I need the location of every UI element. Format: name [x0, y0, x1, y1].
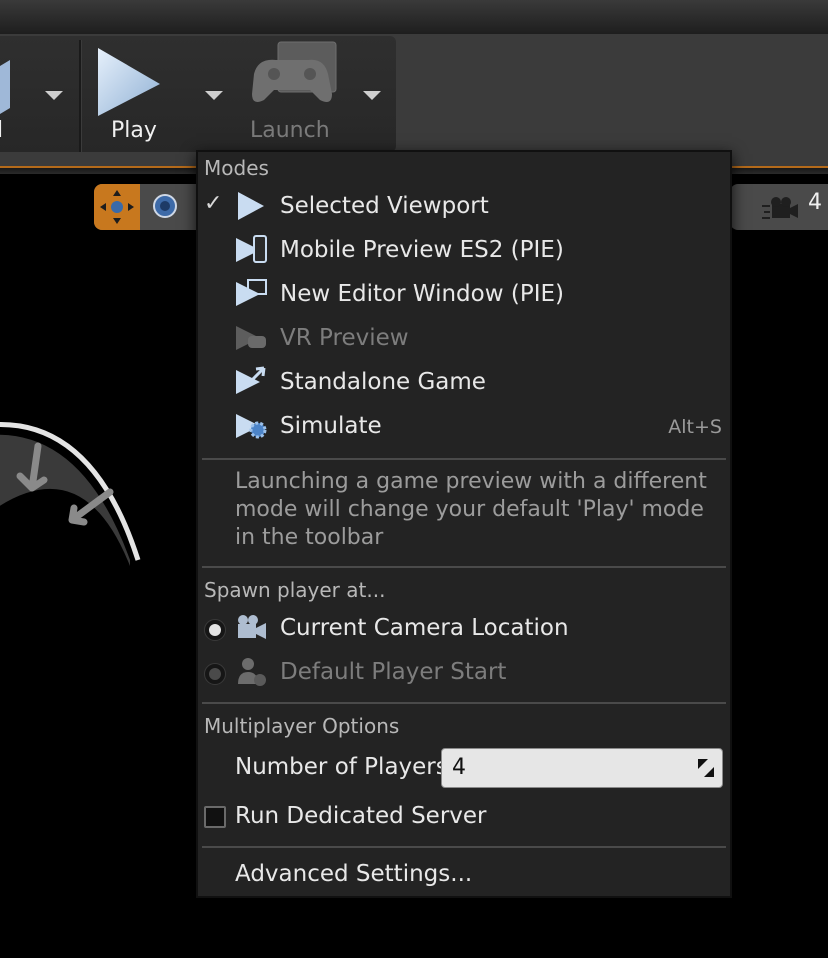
play-viewport-icon	[238, 192, 264, 220]
run-dedicated-server-option[interactable]: Run Dedicated Server	[198, 794, 730, 838]
toolbar-separator	[79, 40, 82, 152]
menu-divider	[202, 566, 726, 568]
mode-label: Standalone Game	[280, 369, 486, 395]
radio-button-unselected	[204, 663, 226, 685]
player-start-icon	[238, 658, 266, 686]
advanced-settings-label: Advanced Settings...	[235, 861, 473, 887]
number-of-players-row: Number of Players 4	[198, 746, 730, 790]
chevron-down-icon[interactable]	[45, 91, 63, 100]
mode-item-selected-viewport[interactable]: ✓ Selected Viewport	[198, 184, 730, 228]
mode-label: New Editor Window (PIE)	[280, 281, 564, 307]
mode-label: Selected Viewport	[280, 193, 489, 219]
mode-item-vr-preview: VR Preview	[198, 316, 730, 360]
radio-button-selected[interactable]	[204, 619, 226, 641]
mode-item-mobile-preview[interactable]: Mobile Preview ES2 (PIE)	[198, 228, 730, 272]
build-icon	[0, 60, 10, 114]
translate-mode-button[interactable]	[94, 184, 140, 230]
mode-item-new-editor-window[interactable]: New Editor Window (PIE)	[198, 272, 730, 316]
multiplayer-section-title: Multiplayer Options	[204, 714, 400, 738]
spawn-option-current-camera[interactable]: Current Camera Location	[198, 606, 730, 650]
number-of-players-label: Number of Players	[235, 754, 448, 780]
play-label: Play	[111, 118, 157, 143]
move-gizmo-icon	[100, 190, 134, 224]
number-of-players-input[interactable]: 4	[441, 748, 723, 788]
menu-divider	[202, 458, 726, 460]
rotate-gizmo-icon	[153, 194, 177, 218]
advanced-settings-item[interactable]: Advanced Settings...	[198, 852, 730, 896]
simulate-shortcut: Alt+S	[668, 416, 722, 438]
new-window-icon	[236, 279, 267, 306]
spawn-option-default-player-start: Default Player Start	[198, 650, 730, 694]
launch-button[interactable]: Launch	[240, 40, 350, 152]
rotate-mode-button[interactable]	[144, 184, 190, 230]
gamepad-icon	[252, 41, 337, 102]
spawn-label: Current Camera Location	[280, 615, 569, 641]
modes-description: Launching a game preview with a differen…	[235, 469, 707, 550]
play-button[interactable]: Play	[86, 40, 196, 152]
rotation-gizmo-arc	[0, 422, 141, 566]
standalone-game-icon	[236, 366, 266, 394]
title-strip	[0, 0, 828, 34]
checkmark-icon: ✓	[204, 191, 223, 216]
mode-label: Simulate	[280, 413, 382, 439]
spawn-section-title: Spawn player at...	[204, 578, 386, 602]
partial-toolbar-button[interactable]: l	[0, 40, 76, 152]
camera-icon	[238, 615, 266, 639]
mode-item-standalone-game[interactable]: Standalone Game	[198, 360, 730, 404]
number-of-players-value: 4	[452, 755, 466, 780]
mode-label: VR Preview	[280, 325, 409, 351]
camera-speed-icon	[762, 197, 798, 219]
modes-section-title: Modes	[204, 156, 269, 180]
play-options-menu: Modes ✓ Selected Viewport Mobile Preview…	[196, 150, 732, 898]
play-options-dropdown-icon[interactable]	[205, 91, 223, 100]
spin-arrows-icon[interactable]	[696, 757, 716, 779]
mode-item-simulate[interactable]: Simulate Alt+S	[198, 404, 730, 448]
simulate-icon	[236, 414, 267, 439]
vr-preview-icon	[236, 326, 266, 350]
menu-divider	[202, 846, 726, 848]
launch-options-dropdown-icon[interactable]	[363, 91, 381, 100]
dedicated-server-checkbox[interactable]	[204, 806, 226, 828]
mobile-preview-icon	[236, 235, 267, 263]
menu-divider	[202, 702, 726, 704]
mode-label: Mobile Preview ES2 (PIE)	[280, 237, 564, 263]
launch-label: Launch	[250, 118, 330, 143]
dedicated-server-label: Run Dedicated Server	[235, 803, 487, 829]
play-icon	[98, 48, 160, 116]
partial-toolbar-label: l	[0, 118, 4, 143]
camera-speed-value: 4	[808, 190, 822, 215]
spawn-label: Default Player Start	[280, 659, 507, 685]
